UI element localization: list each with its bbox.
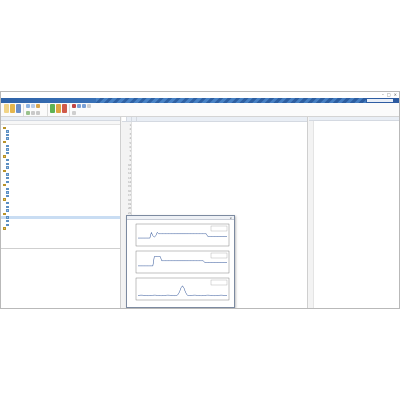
file-icon: [6, 137, 9, 140]
debug-group: [72, 104, 94, 116]
workspace-list: [309, 121, 399, 284]
layout-icon[interactable]: [72, 110, 76, 115]
plot-legend-1: [210, 225, 228, 232]
file-icon: [6, 162, 9, 165]
file-icon: [6, 216, 9, 219]
figure-plot-area: [135, 223, 230, 301]
file-icon: [6, 158, 9, 162]
figure-title-bar[interactable]: ×: [127, 216, 234, 220]
file-icon: [6, 187, 9, 191]
file-icon: [6, 144, 9, 147]
step-out-icon[interactable]: [82, 104, 86, 108]
folder-icon: [3, 198, 6, 201]
file-icon: [6, 209, 9, 212]
folder-icon: [3, 126, 6, 129]
file-icon: [6, 194, 9, 198]
edit-group: [26, 104, 44, 116]
folder-icon: [3, 140, 6, 144]
copy-icon[interactable]: [31, 104, 35, 108]
workspace-row[interactable]: [315, 280, 399, 284]
file-icon: [6, 151, 9, 155]
find-icon[interactable]: [26, 110, 30, 115]
workspace-pane: [309, 117, 399, 308]
folder-icon: [3, 212, 6, 216]
file-icon: [6, 202, 9, 205]
new-icon[interactable]: [4, 104, 9, 113]
file-icon: [6, 148, 9, 151]
cut-icon[interactable]: [26, 104, 30, 108]
stop-icon[interactable]: [62, 104, 67, 113]
file-icon: [6, 130, 9, 133]
folder-icon: [3, 184, 6, 187]
current-folder-pane: [1, 117, 121, 308]
save-icon[interactable]: [16, 104, 21, 113]
file-icon: [6, 180, 9, 183]
file-icon: [6, 176, 9, 180]
plot-legend-2: [210, 252, 228, 259]
file-icon: [6, 191, 9, 194]
folder-icon: [3, 227, 6, 230]
ribbon-toolbar: [1, 103, 399, 117]
run-icon[interactable]: [50, 104, 55, 113]
editor-tabs: [122, 117, 307, 122]
file-icon: [6, 166, 9, 169]
command-window[interactable]: [1, 248, 120, 308]
plot-legend-3: [210, 279, 228, 286]
run-group: [50, 104, 67, 116]
file-icon: [6, 133, 9, 137]
code-area[interactable]: 1 2 3 4 5 6 7 8 9 10 11 12 13 14 15 16 17 18 19 20 21: [128, 124, 307, 216]
settings-icon[interactable]: [87, 104, 91, 108]
ide-window: – □ × 1 2 3 4 5 6 7 8 9 10 11 12 13 14 1…: [0, 91, 400, 309]
breakpoint-icon[interactable]: [72, 104, 76, 108]
file-icon: [6, 173, 9, 176]
paste-icon[interactable]: [36, 104, 40, 108]
file-icon: [6, 205, 9, 209]
file-icon: [6, 220, 9, 223]
file-group: [4, 104, 21, 116]
tree-item[interactable]: [1, 227, 120, 231]
indent-icon[interactable]: [36, 110, 40, 115]
folder-icon: [3, 169, 6, 173]
step-in-icon[interactable]: [77, 104, 81, 108]
search-box[interactable]: [367, 99, 393, 102]
comment-icon[interactable]: [31, 110, 35, 115]
folder-icon: [3, 155, 6, 158]
step-icon[interactable]: [56, 104, 61, 113]
status-bar: [1, 308, 399, 309]
command-prompt: [1, 249, 120, 253]
file-icon: [6, 223, 9, 227]
file-tree: [1, 125, 120, 230]
figure-close-icon[interactable]: ×: [229, 216, 232, 220]
editor-tab[interactable]: [132, 117, 137, 121]
open-icon[interactable]: [10, 104, 15, 113]
figure-window[interactable]: ×: [126, 215, 235, 308]
